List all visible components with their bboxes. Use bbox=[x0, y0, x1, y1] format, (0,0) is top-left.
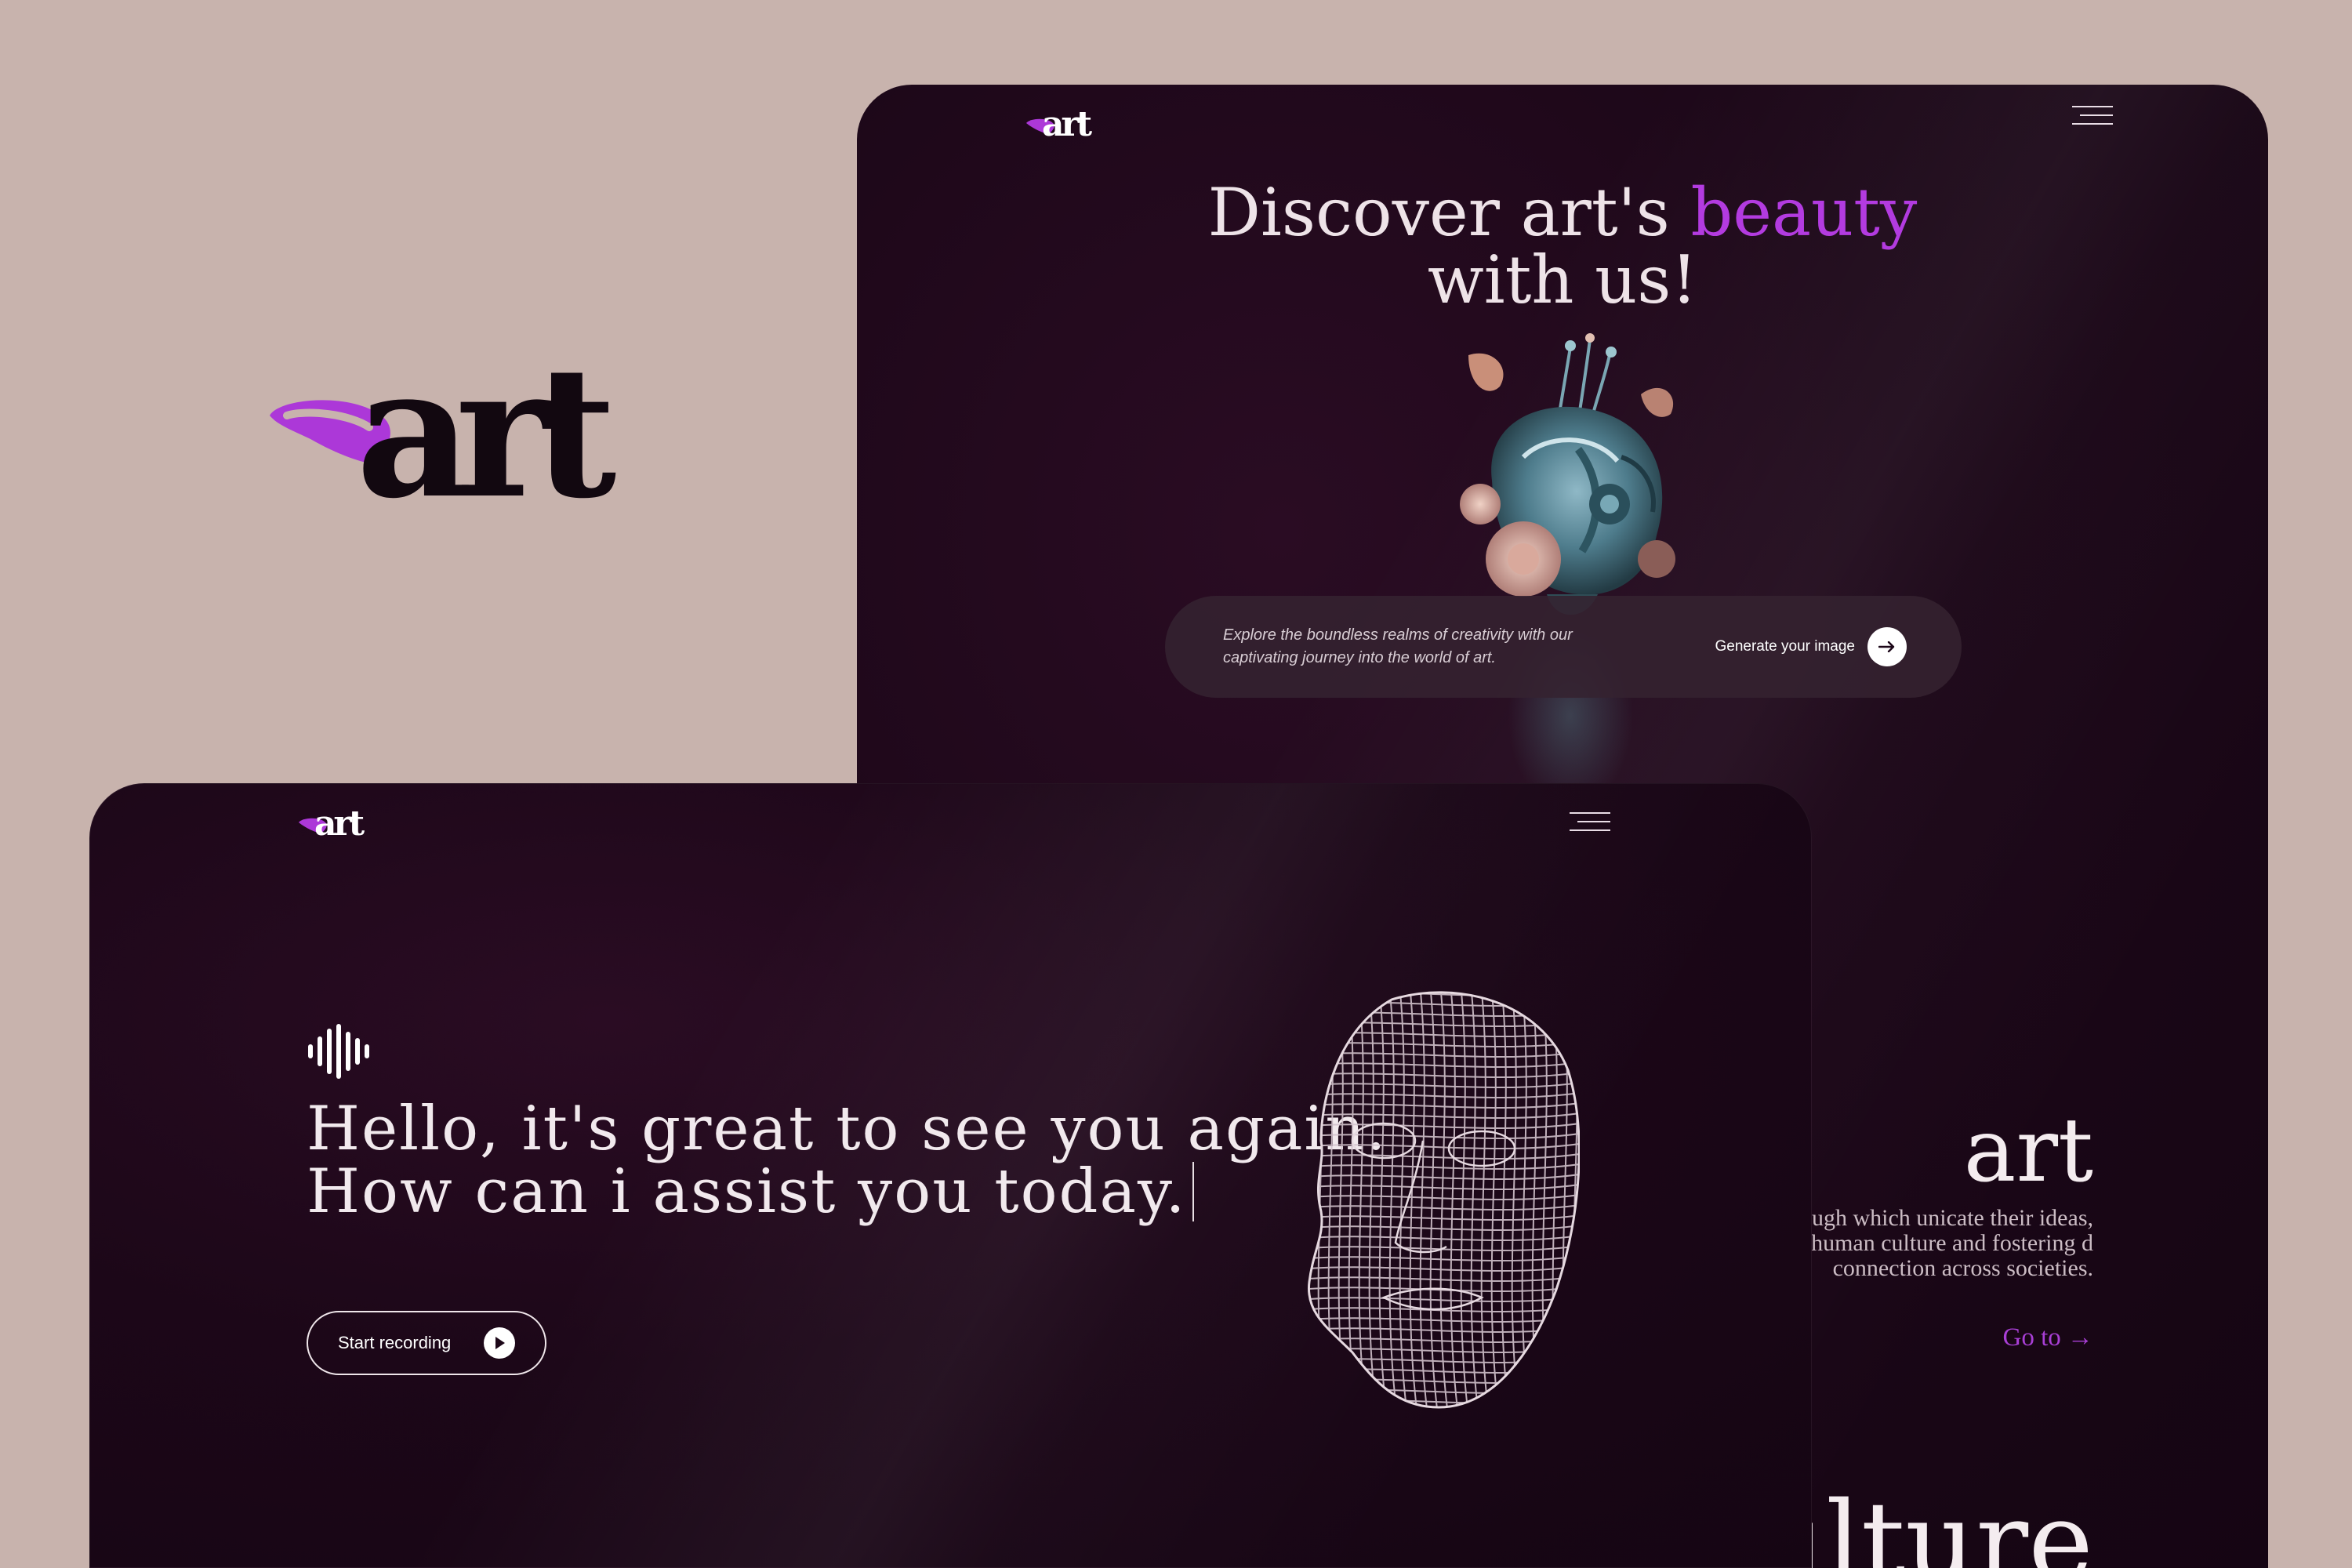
site-logo-text: art bbox=[1042, 104, 1093, 144]
hero-artwork-image bbox=[1421, 324, 1719, 810]
hero-title: Discover art's beauty with us! bbox=[857, 179, 2268, 314]
greeting-text: Hello, it's great to see you again. How … bbox=[307, 1098, 1404, 1223]
site-logo-text: art bbox=[314, 804, 365, 844]
arrow-right-icon[interactable] bbox=[1867, 627, 1907, 666]
hero-title-part1: Discover art's bbox=[1207, 174, 1670, 251]
greeting-line-2: How can i assist you today. bbox=[307, 1156, 1187, 1227]
start-recording-button[interactable]: Start recording bbox=[307, 1311, 546, 1375]
site-logo[interactable]: art bbox=[297, 804, 368, 844]
brand-logo-large: art bbox=[263, 327, 633, 539]
greeting-line-1: Hello, it's great to see you again. bbox=[307, 1094, 1388, 1164]
cta-bar: Explore the boundless realms of creativi… bbox=[1165, 596, 1962, 698]
generate-image-button[interactable]: Generate your image bbox=[1715, 627, 1907, 666]
brand-logo-text: art bbox=[356, 327, 616, 539]
presentation-canvas: art art Discover art's beauty with us! E… bbox=[0, 0, 2352, 1568]
cta-description: Explore the boundless realms of creativi… bbox=[1223, 626, 1573, 666]
text-caret bbox=[1192, 1162, 1195, 1221]
generate-image-label: Generate your image bbox=[1715, 638, 1856, 655]
hero-title-accent: beauty bbox=[1690, 174, 1918, 251]
art-section-title: art bbox=[1963, 1100, 2093, 1202]
start-recording-label: Start recording bbox=[338, 1333, 452, 1352]
hamburger-menu-icon[interactable] bbox=[1570, 811, 1610, 833]
wireframe-face-image bbox=[1298, 984, 1581, 1415]
hero-title-part2: with us! bbox=[1427, 241, 1698, 318]
sound-wave-icon bbox=[307, 1023, 374, 1080]
hamburger-menu-icon[interactable] bbox=[2072, 104, 2113, 126]
go-to-link[interactable]: Go to → bbox=[2003, 1323, 2094, 1352]
assistant-screen: art Hello, it's great to see you again. … bbox=[89, 783, 1812, 1568]
site-logo[interactable]: art bbox=[1025, 104, 1096, 144]
play-icon bbox=[484, 1327, 515, 1359]
